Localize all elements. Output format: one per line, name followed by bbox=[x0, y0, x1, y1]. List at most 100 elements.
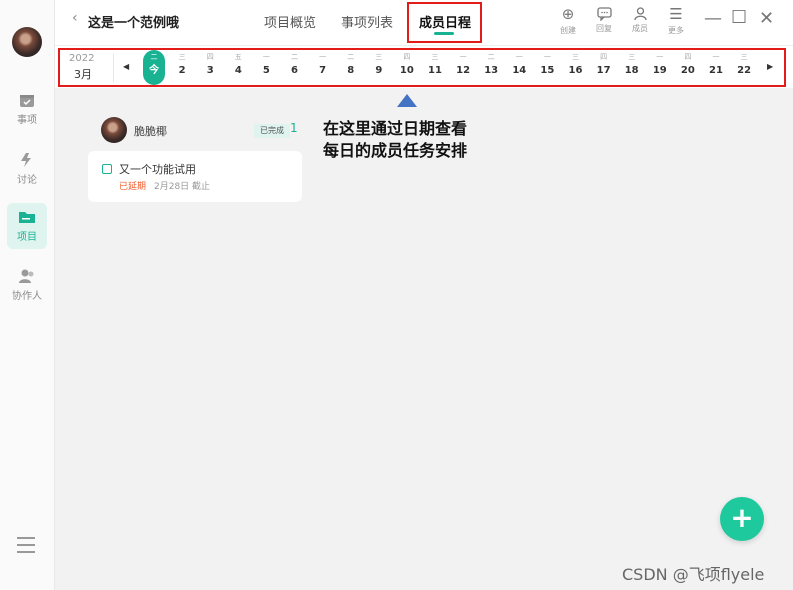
day-cell[interactable]: 一5 bbox=[254, 52, 278, 78]
day-number: 15 bbox=[540, 65, 555, 76]
day-number: 16 bbox=[568, 65, 583, 76]
sidebar-item-discussion[interactable]: 讨论 bbox=[7, 146, 47, 192]
members-button[interactable]: 成员 bbox=[625, 6, 655, 34]
next-arrow-icon[interactable]: ▶ bbox=[767, 62, 773, 71]
comment-icon bbox=[596, 7, 612, 21]
close-icon[interactable]: ✕ bbox=[759, 10, 774, 28]
watermark: CSDN @飞项flyele bbox=[622, 565, 765, 584]
day-cell[interactable]: 一7 bbox=[311, 52, 335, 78]
calendar-check-icon bbox=[20, 95, 34, 107]
day-cell[interactable]: 三 11 bbox=[423, 52, 447, 78]
day-cell[interactable]: 一 19 bbox=[648, 52, 672, 78]
day-number: 20 bbox=[680, 65, 695, 76]
task-title: 又一个功能试用 bbox=[119, 163, 196, 176]
day-today[interactable]: 二今 bbox=[142, 52, 166, 78]
weekday-label: 三 bbox=[178, 53, 186, 61]
header: ‹ 这是一个范例哦 项目概览 事项列表 成员日程 ⊕ 创建 回复 成员 ☰ 更多… bbox=[55, 0, 793, 45]
member-name: 脆脆椰 bbox=[134, 125, 167, 138]
weekday-label: 二 bbox=[347, 53, 355, 61]
day-number: 17 bbox=[596, 65, 611, 76]
day-cell[interactable]: 二8 bbox=[339, 52, 363, 78]
annotation-line-2: 每日的成员任务安排 bbox=[323, 141, 468, 160]
annotation-text: 在这里通过日期查看 每日的成员任务安排 bbox=[323, 118, 467, 162]
maximize-icon[interactable]: ☐ bbox=[731, 9, 747, 27]
tab-task-list[interactable]: 事项列表 bbox=[341, 12, 393, 31]
tab-overview[interactable]: 项目概览 bbox=[264, 12, 316, 31]
year-label: 2022 bbox=[69, 53, 95, 64]
create-button[interactable]: ⊕ 创建 bbox=[553, 6, 583, 36]
more-button[interactable]: ☰ 更多 bbox=[661, 6, 691, 36]
day-number: 4 bbox=[234, 65, 242, 76]
pointer-triangle-icon bbox=[397, 94, 417, 107]
task-status: 已延期 bbox=[119, 182, 147, 192]
day-cell[interactable]: 二6 bbox=[283, 52, 307, 78]
sidebar-item-project[interactable]: 项目 bbox=[7, 203, 47, 249]
task-due-date: 2月28日 截止 bbox=[154, 182, 211, 192]
done-count: 1 bbox=[290, 121, 298, 135]
member-avatar[interactable] bbox=[101, 117, 127, 143]
sidebar-item-tasks[interactable]: 事项 bbox=[7, 86, 47, 132]
add-button[interactable]: + bbox=[720, 497, 764, 541]
day-cell[interactable]: 四 20 bbox=[676, 52, 700, 78]
day-cell[interactable]: 四 10 bbox=[395, 52, 419, 78]
day-cell[interactable]: 一 12 bbox=[451, 52, 475, 78]
sidebar-item-collaborators[interactable]: 协作人 bbox=[7, 262, 47, 308]
day-number: 14 bbox=[512, 65, 527, 76]
project-title: 这是一个范例哦 bbox=[88, 16, 180, 31]
day-cell[interactable]: 四3 bbox=[198, 52, 222, 78]
day-number: 今 bbox=[149, 65, 159, 76]
day-cell[interactable]: 三9 bbox=[367, 52, 391, 78]
day-cell[interactable]: 一 21 bbox=[704, 52, 728, 78]
day-cell[interactable]: 五4 bbox=[226, 52, 250, 78]
annotation-line-1: 在这里通过日期查看 bbox=[323, 119, 468, 138]
day-cell[interactable]: 一 14 bbox=[507, 52, 531, 78]
weekday-label: 四 bbox=[600, 53, 608, 61]
day-number: 5 bbox=[262, 65, 270, 76]
divider bbox=[113, 54, 114, 82]
weekday-label: 五 bbox=[234, 53, 242, 61]
sidebar-item-label: 项目 bbox=[17, 232, 37, 243]
weekday-label: 一 bbox=[459, 53, 467, 61]
sidebar: 事项 讨论 项目 协作人 bbox=[0, 0, 55, 590]
weekday-label: 四 bbox=[206, 53, 214, 61]
day-cell[interactable]: 三2 bbox=[170, 52, 194, 78]
day-number: 2 bbox=[178, 65, 186, 76]
day-number: 18 bbox=[624, 65, 639, 76]
day-number: 12 bbox=[456, 65, 471, 76]
day-cell[interactable]: 三 16 bbox=[564, 52, 588, 78]
done-badge: 已完成 bbox=[254, 124, 290, 138]
date-strip: 2022 3月 ◀ 二今三 2 四 3 五 4 一 5 二 6 一 7 二 8 三 9 四 10 三 11 一 12 二 13… bbox=[55, 45, 793, 88]
weekday-label: 三 bbox=[572, 53, 579, 61]
prev-arrow-icon[interactable]: ◀ bbox=[123, 62, 129, 71]
weekday-label: 二 bbox=[487, 53, 495, 61]
day-number: 6 bbox=[291, 65, 298, 76]
weekday-label: 二 bbox=[291, 53, 298, 61]
weekday-label: 一 bbox=[262, 53, 270, 61]
weekday-label: 一 bbox=[543, 53, 551, 61]
day-number: 13 bbox=[484, 65, 499, 76]
day-number: 9 bbox=[375, 65, 383, 76]
user-avatar[interactable] bbox=[12, 27, 42, 57]
day-cell[interactable]: 一 15 bbox=[535, 52, 559, 78]
people-icon bbox=[19, 269, 34, 283]
weekday-label: 二 bbox=[150, 53, 158, 61]
day-number: 10 bbox=[399, 65, 414, 76]
reply-button[interactable]: 回复 bbox=[589, 6, 619, 34]
hamburger-icon[interactable] bbox=[17, 537, 35, 553]
task-checkbox[interactable] bbox=[102, 164, 112, 174]
sidebar-item-label: 事项 bbox=[17, 115, 37, 126]
day-number: 7 bbox=[319, 65, 327, 76]
month-label[interactable]: 3月 bbox=[74, 66, 92, 82]
plus-circle-icon: ⊕ bbox=[561, 5, 575, 23]
minimize-icon[interactable]: — bbox=[704, 10, 722, 28]
weekday-label: 三 bbox=[740, 53, 748, 61]
day-cell[interactable]: 四 17 bbox=[592, 52, 616, 78]
day-cell[interactable]: 二 13 bbox=[479, 52, 503, 78]
day-cell[interactable]: 三 22 bbox=[732, 52, 756, 78]
weekday-label: 一 bbox=[656, 53, 664, 61]
back-icon[interactable]: ‹ bbox=[72, 10, 78, 26]
day-number: 22 bbox=[737, 65, 752, 76]
task-card[interactable]: 又一个功能试用 已延期 2月28日 截止 bbox=[88, 151, 302, 202]
weekday-label: 一 bbox=[319, 53, 327, 61]
day-cell[interactable]: 三 18 bbox=[620, 52, 644, 78]
